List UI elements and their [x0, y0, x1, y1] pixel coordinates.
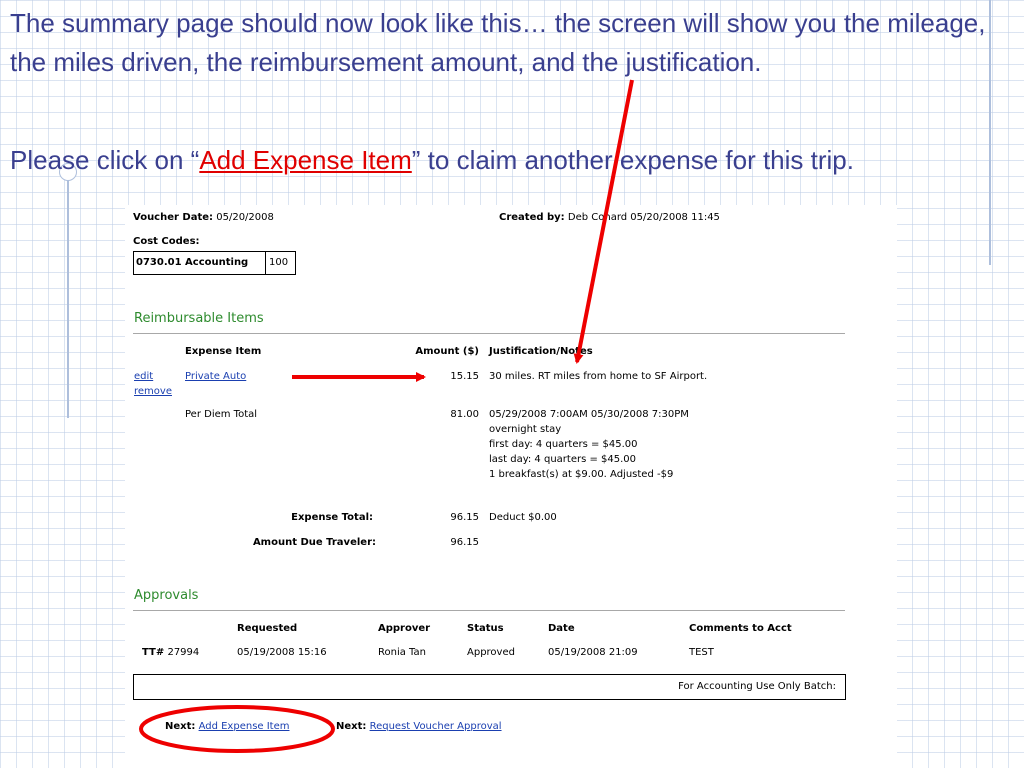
annotation-overlay: [139, 79, 634, 753]
annotation-circle-add-expense: [139, 705, 335, 753]
annotation-arrow-to-notes: [573, 79, 634, 364]
